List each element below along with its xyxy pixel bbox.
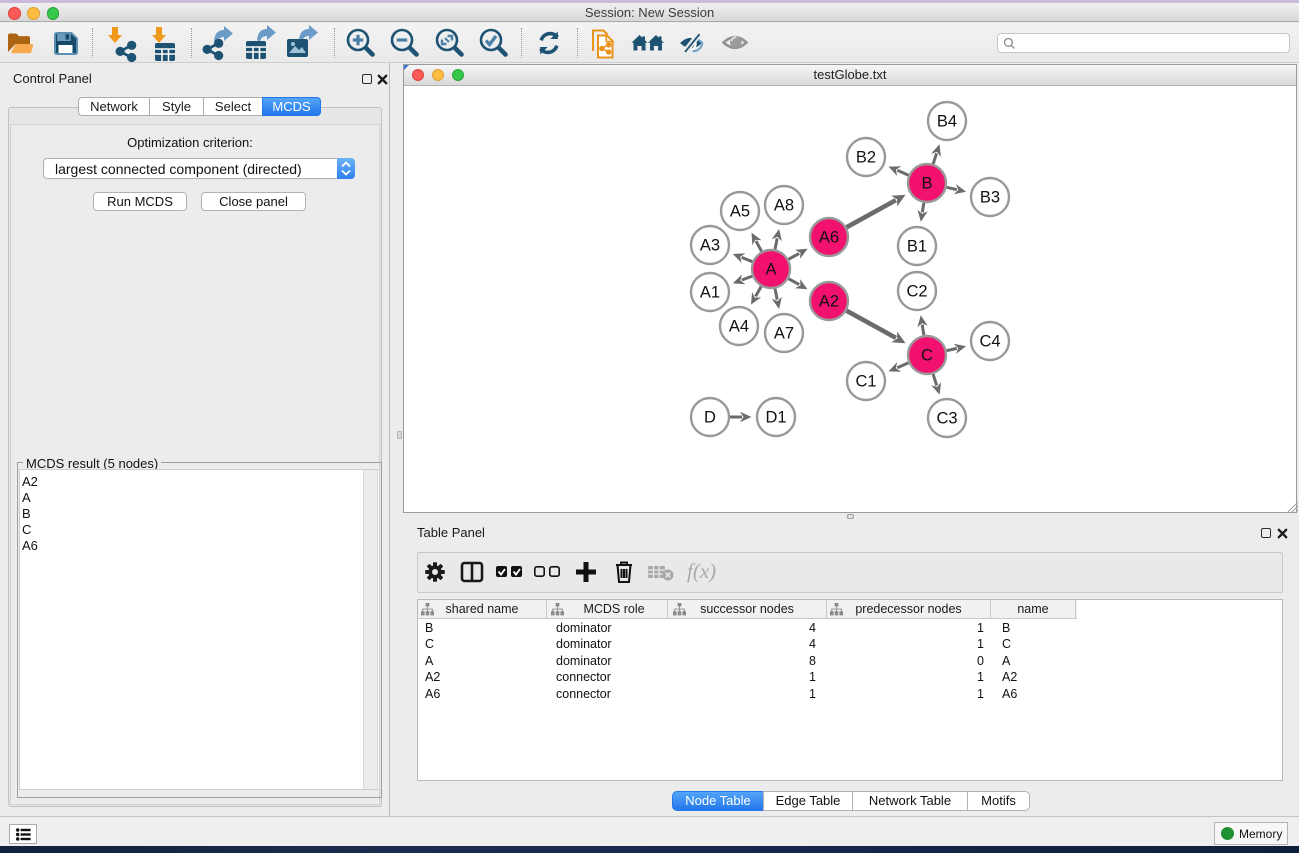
svg-text:A5: A5 (730, 203, 750, 221)
svg-text:B3: B3 (980, 189, 1000, 207)
svg-text:C3: C3 (936, 410, 957, 428)
svg-text:C2: C2 (906, 283, 927, 301)
svg-text:D1: D1 (765, 409, 786, 427)
svg-text:C1: C1 (855, 373, 876, 391)
svg-text:A1: A1 (700, 284, 720, 302)
svg-text:B: B (921, 175, 932, 193)
svg-text:C4: C4 (979, 333, 1000, 351)
svg-text:A8: A8 (774, 197, 794, 215)
svg-text:A2: A2 (819, 293, 839, 311)
svg-text:B1: B1 (907, 238, 927, 256)
svg-text:B4: B4 (937, 113, 957, 131)
svg-text:A6: A6 (819, 229, 839, 247)
svg-text:D: D (704, 409, 716, 427)
svg-text:A7: A7 (774, 325, 794, 343)
svg-text:B2: B2 (856, 149, 876, 167)
svg-text:A4: A4 (729, 318, 749, 336)
svg-text:C: C (921, 347, 933, 365)
svg-text:A3: A3 (700, 237, 720, 255)
svg-text:A: A (765, 261, 776, 279)
